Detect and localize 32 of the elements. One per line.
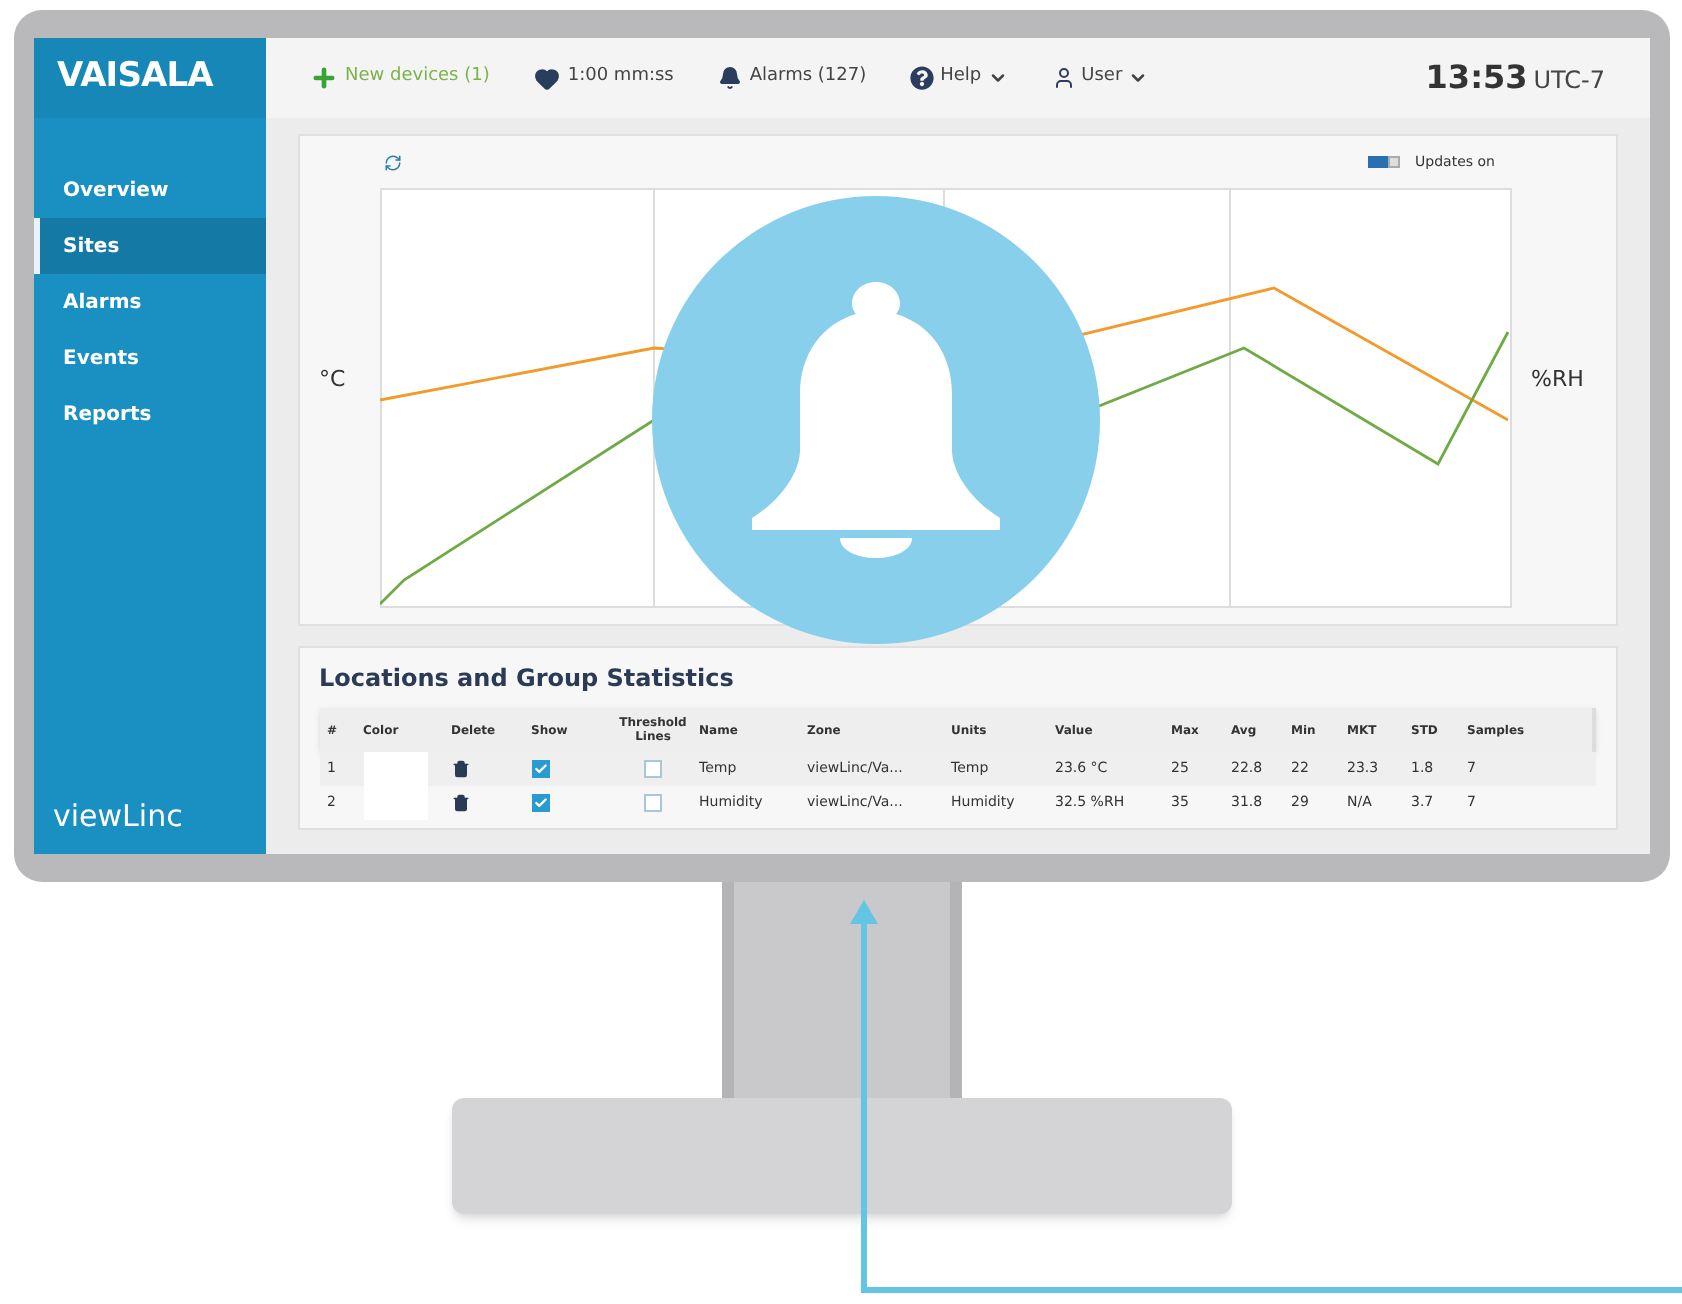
help-button[interactable]: Help bbox=[910, 64, 1008, 92]
timezone: UTC-7 bbox=[1533, 64, 1605, 98]
chevron-icon bbox=[1128, 68, 1149, 88]
show-checkbox[interactable] bbox=[531, 794, 549, 812]
show-checkbox[interactable] bbox=[531, 760, 549, 778]
sidebar-item[interactable]: Overview bbox=[33, 162, 265, 218]
timer-text: 1:00 mm:ss bbox=[567, 64, 674, 91]
right-axis-label: %RH bbox=[1529, 363, 1586, 396]
help-icon bbox=[910, 66, 935, 90]
panel-title: Locations and Group Statistics bbox=[319, 662, 736, 696]
threshold-checkbox[interactable] bbox=[644, 794, 662, 812]
clock-time: 13:53 bbox=[1425, 56, 1528, 100]
left-axis-label: °C bbox=[317, 363, 348, 396]
sidebar-item[interactable]: Sites bbox=[33, 218, 265, 274]
brand-logo: VAISALA bbox=[57, 54, 213, 101]
sidebar-item[interactable]: Reports bbox=[33, 386, 265, 442]
threshold-checkbox[interactable] bbox=[644, 760, 662, 778]
user-button[interactable]: User bbox=[1051, 64, 1149, 92]
plus-icon bbox=[309, 64, 337, 92]
trash-icon[interactable] bbox=[451, 794, 469, 812]
product-name: viewLinc bbox=[51, 795, 185, 837]
user-icon bbox=[1051, 66, 1076, 90]
updates-toggle[interactable] bbox=[1367, 156, 1400, 168]
bell-icon bbox=[751, 282, 999, 558]
trash-icon[interactable] bbox=[451, 760, 469, 778]
sidebar-item[interactable]: Events bbox=[33, 330, 265, 386]
sidebar-item[interactable]: Alarms bbox=[33, 274, 265, 330]
refresh-button[interactable] bbox=[383, 153, 401, 171]
chevron-icon bbox=[987, 68, 1008, 88]
new-devices-button[interactable]: New devices (1) bbox=[309, 64, 490, 92]
alarms-button[interactable]: Alarms (127) bbox=[717, 64, 867, 92]
bell-icon bbox=[717, 66, 742, 90]
